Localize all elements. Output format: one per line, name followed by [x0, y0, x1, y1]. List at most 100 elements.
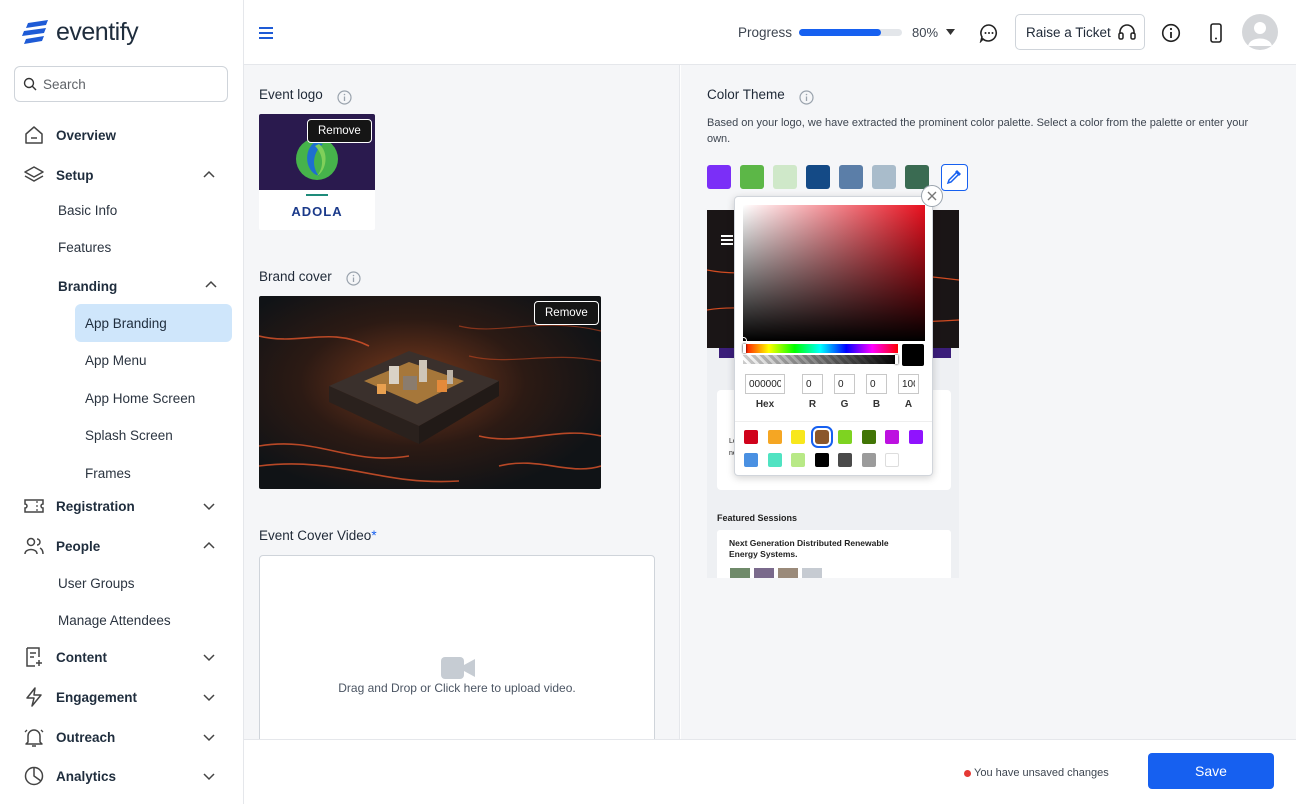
sub-manage-attendees[interactable]: Manage Attendees	[58, 613, 171, 628]
hex-label: Hex	[755, 399, 775, 410]
chevron-down-icon	[203, 734, 215, 742]
remove-logo-button[interactable]: Remove	[307, 119, 372, 143]
nav-people[interactable]: People	[0, 528, 244, 564]
preview-featured-title: Featured Sessions	[717, 513, 798, 523]
unsaved-dot-icon	[964, 770, 971, 777]
g-label: G	[840, 399, 849, 410]
eyedropper-button[interactable]	[941, 164, 968, 191]
b-label: B	[872, 399, 881, 410]
preview-session-card: Next Generation Distributed Renewable En…	[717, 530, 951, 578]
info-icon[interactable]	[799, 90, 814, 105]
preset-swatch[interactable]	[810, 426, 833, 448]
preset-swatch[interactable]	[744, 453, 758, 467]
nav-registration[interactable]: Registration	[0, 488, 244, 524]
preset-swatch[interactable]	[791, 430, 805, 444]
sub-user-groups[interactable]: User Groups	[58, 576, 135, 591]
nav-registration-label: Registration	[56, 498, 135, 514]
nav-engagement[interactable]: Engagement	[0, 679, 244, 715]
media-panel: Event logo ADOLA Remove Brand cover Remo…	[244, 65, 680, 755]
close-picker-button[interactable]	[921, 185, 943, 207]
nav-overview[interactable]: Overview	[0, 117, 244, 153]
search-input[interactable]	[43, 76, 213, 92]
sidebar-item-splash-screen[interactable]: Splash Screen	[85, 428, 173, 443]
palette-swatch[interactable]	[872, 165, 896, 189]
preset-swatch[interactable]	[767, 453, 782, 467]
palette-swatch[interactable]	[839, 165, 863, 189]
chevron-down-icon	[203, 773, 215, 781]
b-input[interactable]	[866, 374, 887, 394]
raise-ticket-button[interactable]: Raise a Ticket	[1015, 14, 1145, 50]
search-icon	[23, 77, 37, 91]
preset-swatch[interactable]	[744, 430, 758, 444]
speaker-thumb	[802, 568, 822, 578]
video-title-text: Event Cover Video	[259, 528, 372, 543]
nav-analytics[interactable]: Analytics	[0, 758, 244, 794]
avatar[interactable]	[1242, 14, 1278, 50]
remove-cover-button[interactable]: Remove	[534, 301, 599, 325]
g-input[interactable]	[834, 374, 855, 394]
hex-input[interactable]	[745, 374, 785, 394]
a-input[interactable]	[898, 374, 919, 394]
nav-setup-label: Setup	[56, 167, 94, 183]
preset-swatch[interactable]	[838, 430, 852, 444]
users-icon	[24, 537, 44, 555]
preset-swatch[interactable]	[885, 453, 899, 467]
nav-overview-label: Overview	[56, 127, 117, 143]
preset-swatch[interactable]	[908, 430, 923, 444]
video-upload-dropzone[interactable]: Drag and Drop or Click here to upload vi…	[259, 555, 655, 755]
nav-content[interactable]: Content	[0, 639, 244, 675]
preset-swatch[interactable]	[767, 430, 782, 444]
event-logo-title: Event logo	[259, 87, 323, 102]
r-input[interactable]	[802, 374, 823, 394]
sidebar-item-app-menu[interactable]: App Menu	[85, 353, 147, 368]
sidebar-item-app-branding[interactable]: App Branding	[75, 304, 232, 342]
required-marker: *	[371, 528, 377, 543]
a-label: A	[904, 399, 913, 410]
palette-swatch[interactable]	[740, 165, 764, 189]
caret-down-icon[interactable]	[946, 29, 955, 35]
save-button[interactable]: Save	[1148, 753, 1274, 789]
nav-setup[interactable]: Setup	[0, 157, 244, 193]
saturation-cursor[interactable]	[740, 337, 747, 344]
nav-outreach[interactable]: Outreach	[0, 719, 244, 755]
app-logo[interactable]: eventify	[22, 18, 139, 47]
chat-icon[interactable]	[979, 23, 999, 43]
alpha-handle[interactable]	[895, 355, 898, 364]
color-theme-description: Based on your logo, we have extracted th…	[707, 117, 1249, 145]
nav-analytics-label: Analytics	[56, 768, 117, 784]
search-box[interactable]	[14, 66, 228, 102]
sub-branding[interactable]: Branding	[58, 279, 117, 294]
user-avatar-icon	[1248, 22, 1272, 46]
preset-swatch[interactable]	[838, 453, 852, 467]
preset-swatch[interactable]	[885, 430, 899, 444]
alpha-slider[interactable]	[743, 355, 898, 364]
palette-swatch[interactable]	[806, 165, 830, 189]
palette-swatch[interactable]	[773, 165, 797, 189]
sidebar: eventify Overview Setup Basic Info Featu…	[0, 0, 244, 804]
saturation-area[interactable]	[743, 205, 925, 341]
top-header: Progress 80% Raise a Ticket	[244, 0, 1296, 65]
info-icon[interactable]	[1161, 23, 1181, 43]
eventify-logo-icon	[22, 19, 48, 44]
hue-slider[interactable]	[743, 344, 898, 353]
mobile-preview-icon[interactable]	[1207, 23, 1225, 43]
palette-swatch[interactable]	[707, 165, 731, 189]
unsaved-changes-text: You have unsaved changes	[974, 767, 1109, 779]
info-icon[interactable]	[346, 271, 361, 286]
sidebar-item-frames[interactable]: Frames	[85, 466, 131, 481]
sub-basic-info[interactable]: Basic Info	[58, 203, 117, 218]
hue-handle[interactable]	[743, 344, 746, 353]
progress-percent: 80%	[912, 25, 939, 40]
preset-swatch[interactable]	[861, 430, 876, 444]
close-icon	[927, 191, 937, 201]
chevron-up-icon[interactable]	[204, 278, 218, 292]
sub-features[interactable]: Features	[58, 240, 111, 255]
hamburger-menu-icon[interactable]	[258, 26, 274, 40]
preset-swatch[interactable]	[791, 453, 805, 467]
sidebar-item-app-home-screen[interactable]: App Home Screen	[85, 391, 195, 406]
footer-bar: You have unsaved changes Save	[244, 739, 1296, 804]
preset-swatch[interactable]	[861, 453, 876, 467]
preset-swatch[interactable]	[814, 453, 829, 467]
logo-divider	[306, 194, 328, 196]
info-icon[interactable]	[337, 90, 352, 105]
